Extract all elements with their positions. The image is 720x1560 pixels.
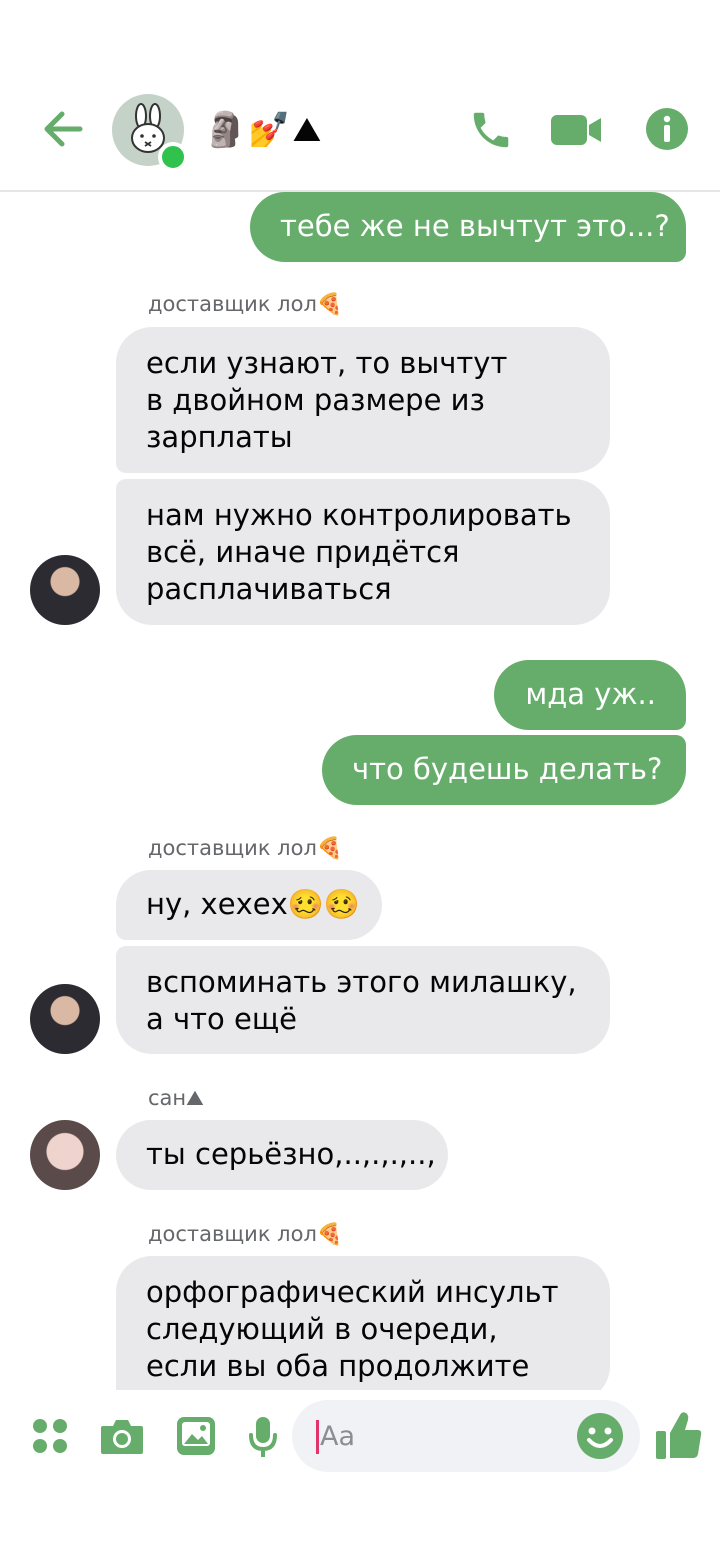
message-bubble-outgoing[interactable]: мда уж.. [494,660,686,730]
message-bubble-incoming[interactable]: если узнают, то вычтут в двойном размере… [116,327,610,473]
emoji-button[interactable] [576,1412,624,1460]
message-bubble-incoming[interactable]: нам нужно контролировать всё, иначе прид… [116,479,610,625]
phone-icon [473,112,509,148]
text-cursor [316,1420,319,1454]
info-button[interactable] [642,104,692,154]
message-bubble-outgoing[interactable]: тебе же не вычтут это...? [250,192,686,262]
sender-name: доставщик лол🍕 [148,836,344,860]
microphone-icon [249,1417,277,1457]
voice-call-button[interactable] [466,105,516,155]
back-arrow-icon [44,111,83,147]
apps-button[interactable] [30,1416,70,1456]
online-status-dot [158,142,188,172]
message-bubble-incoming[interactable]: вспоминать этого милашку, а что ещё [116,946,610,1054]
video-camera-icon [551,115,601,145]
message-bubble-outgoing[interactable]: что будешь делать? [322,735,686,805]
gallery-button[interactable] [174,1414,218,1458]
emoji-icon [577,1413,623,1459]
sender-name: сан⛰ [148,1086,204,1110]
message-bubble-incoming[interactable]: ты серьёзно,..,.,.,.., [116,1120,448,1190]
thumbs-up-icon [656,1412,702,1459]
video-call-button[interactable] [548,105,604,155]
info-icon [646,108,688,150]
voice-message-button[interactable] [246,1414,280,1460]
message-bubble-incoming[interactable]: орфографический инсульт следующий в очер… [116,1256,610,1402]
group-title[interactable]: 🗿💅⛰ [204,108,323,152]
sender-name: доставщик лол🍕 [148,1222,344,1246]
chat-header [0,0,720,192]
message-input-placeholder: Aa [320,1421,356,1452]
sender-avatar[interactable] [30,1120,100,1190]
message-bubble-incoming[interactable]: ну, хехех🥴🥴 [116,870,382,940]
sender-name: доставщик лол🍕 [148,292,344,316]
like-button[interactable] [654,1408,704,1462]
back-button[interactable] [38,104,88,154]
camera-icon [101,1420,143,1454]
gallery-icon [177,1417,215,1455]
camera-button[interactable] [98,1414,146,1458]
apps-icon [33,1419,67,1453]
sender-avatar[interactable] [30,984,100,1054]
sender-avatar[interactable] [30,555,100,625]
